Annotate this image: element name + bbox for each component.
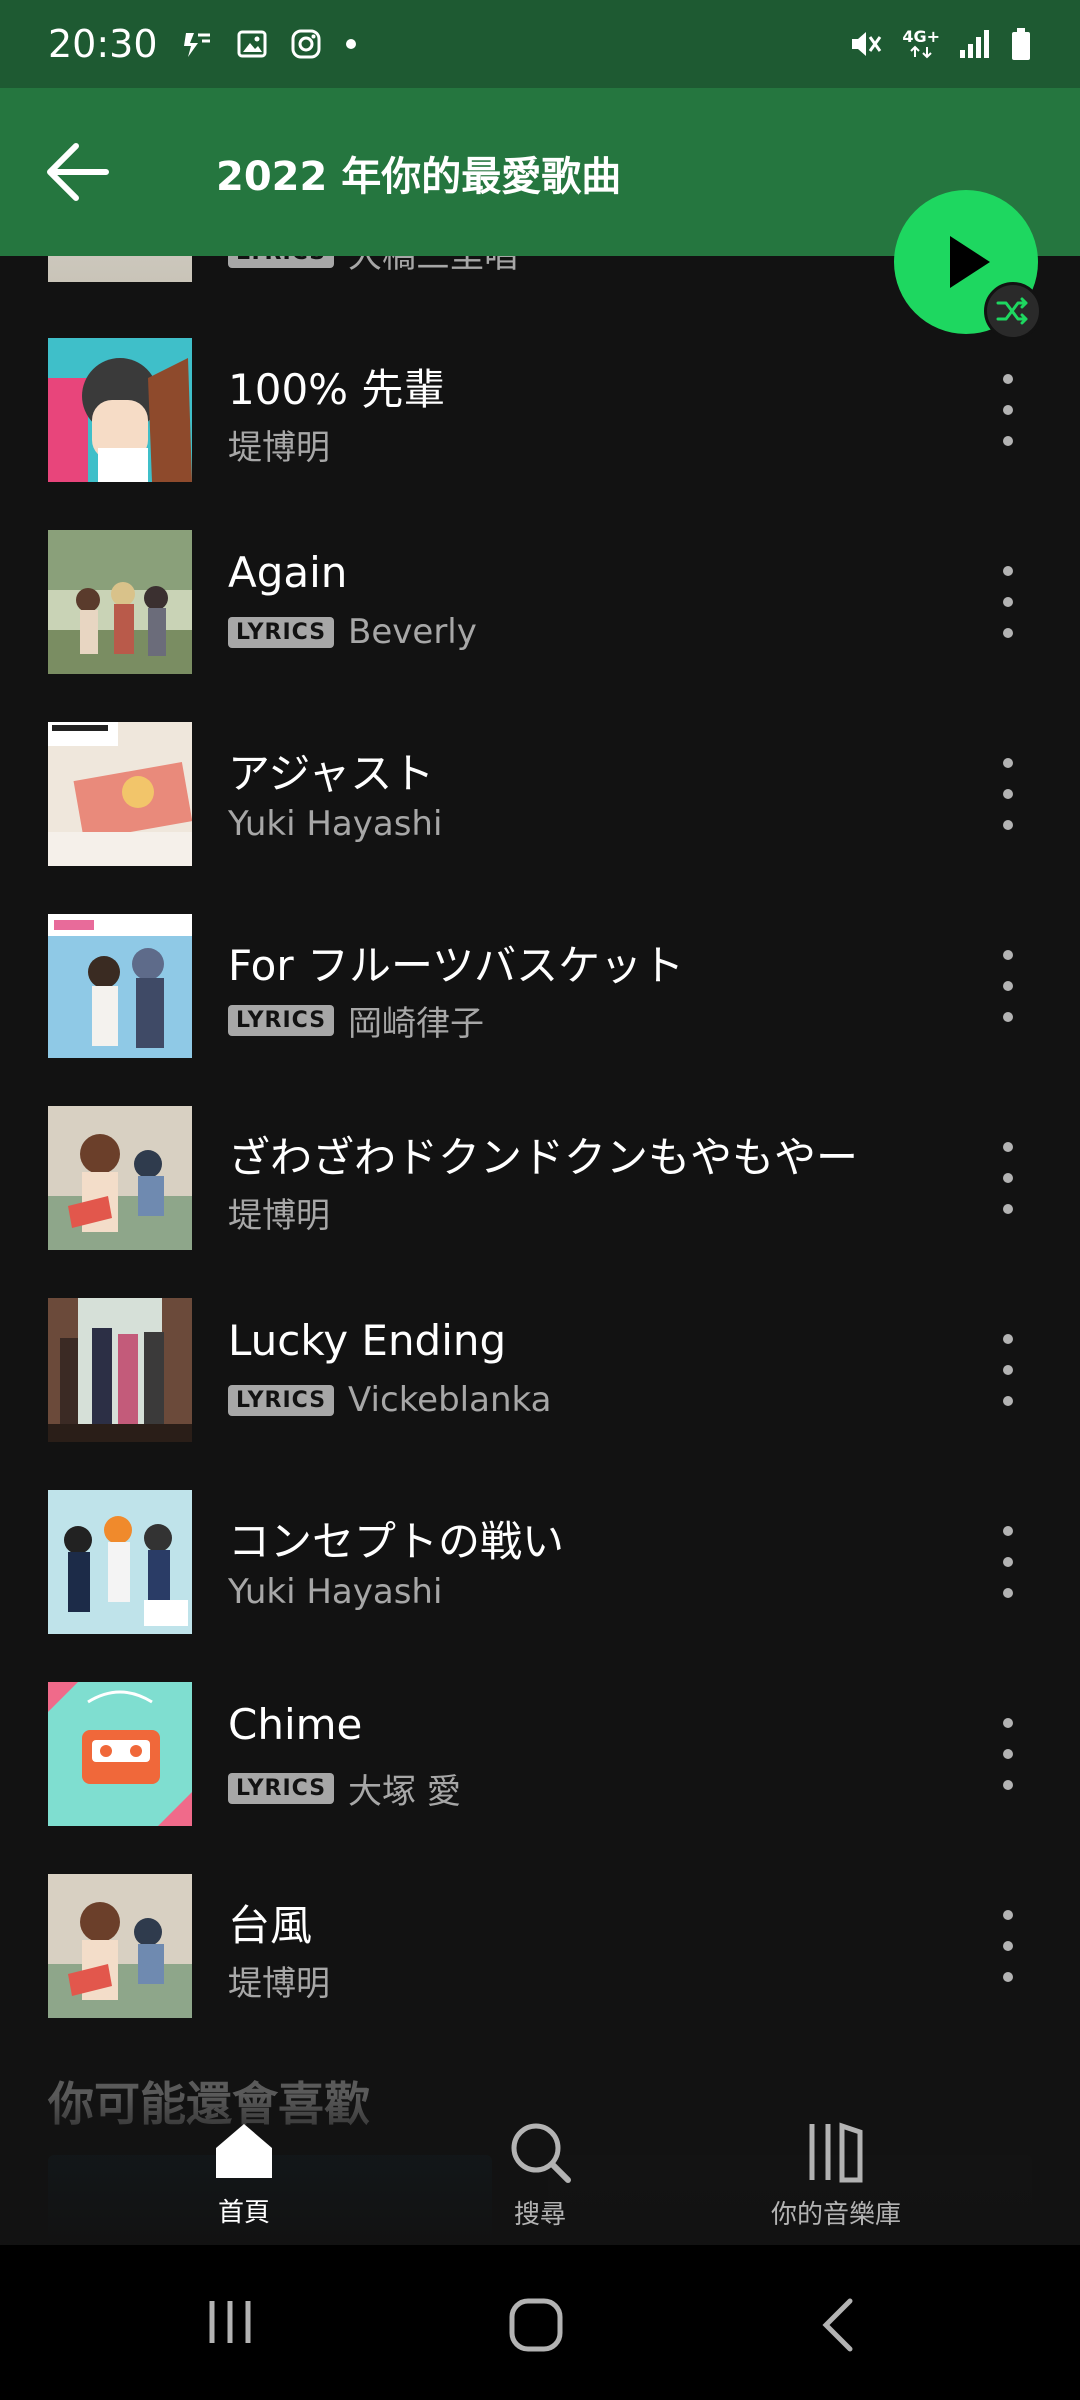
lyrics-badge: LYRICS	[228, 1005, 335, 1036]
album-cover	[48, 1490, 192, 1634]
more-options-button[interactable]	[990, 1142, 1026, 1214]
lyrics-badge: LYRICS	[228, 1384, 335, 1416]
album-cover	[48, 914, 192, 1058]
list-item[interactable]: 台風 堤博明	[0, 1874, 1080, 2024]
arrow-left-icon	[47, 143, 109, 201]
song-artist: 岡崎律子	[348, 1004, 485, 1044]
more-options-button[interactable]	[990, 566, 1026, 638]
album-cover	[48, 1874, 192, 2018]
song-title: Lucky Ending	[228, 1316, 507, 1365]
shuffle-button[interactable]	[984, 282, 1042, 340]
album-cover	[48, 338, 192, 482]
mute-icon	[848, 26, 884, 62]
back-chevron-icon[interactable]	[818, 2297, 858, 2357]
song-artist: 堤博明	[228, 1964, 330, 2004]
system-nav-bar	[0, 2245, 1080, 2400]
more-options-button[interactable]	[990, 1526, 1026, 1598]
play-icon	[950, 236, 990, 288]
nav-search[interactable]: 搜尋	[440, 2120, 640, 2240]
list-item[interactable]: Lucky Ending LYRICS Vickeblanka	[0, 1298, 1080, 1448]
battery-icon	[1010, 27, 1032, 61]
dot-icon	[344, 37, 358, 51]
album-cover	[48, 1682, 192, 1826]
more-options-button[interactable]	[990, 758, 1026, 830]
list-item[interactable]: Chime LYRICS 大塚 愛	[0, 1682, 1080, 1832]
more-options-button[interactable]	[990, 1334, 1026, 1406]
album-cover	[48, 530, 192, 674]
4g-icon: 4G+	[902, 29, 940, 59]
song-artist: 大塚 愛	[348, 1772, 461, 1812]
song-artist: Yuki Hayashi	[228, 1572, 443, 1612]
song-title: アジャスト	[228, 749, 435, 798]
album-cover	[48, 1106, 192, 1250]
instagram-icon	[290, 28, 322, 60]
network-type: 4G+	[902, 27, 940, 46]
song-title: Chime	[228, 1700, 363, 1749]
status-time: 20:30	[48, 22, 158, 66]
library-icon	[809, 2122, 863, 2183]
album-cover	[48, 722, 192, 866]
song-title: For フルーツバスケット	[228, 941, 685, 990]
search-icon	[511, 2123, 571, 2183]
list-item[interactable]: For フルーツバスケット LYRICS 岡崎律子	[0, 914, 1080, 1064]
song-title: コンセプトの戦い	[228, 1517, 565, 1566]
song-title: 台風	[228, 1901, 313, 1950]
lyrics-badge: LYRICS	[228, 1773, 335, 1804]
lyrics-badge: LYRICS	[228, 616, 335, 648]
image-icon	[236, 28, 268, 60]
nav-search-label: 搜尋	[513, 2200, 566, 2230]
data-saver-icon	[180, 27, 214, 61]
song-artist: Beverly	[348, 612, 477, 652]
song-artist: Vickeblanka	[348, 1380, 552, 1420]
status-bar: 20:30 4G+	[0, 0, 1080, 88]
more-options-button[interactable]	[990, 950, 1026, 1022]
back-button[interactable]	[42, 140, 112, 204]
song-artist: 堤博明	[228, 428, 330, 468]
nav-home[interactable]: 首頁	[144, 2120, 344, 2240]
list-item[interactable]: Again LYRICS Beverly	[0, 530, 1080, 680]
signal-icon	[958, 28, 992, 60]
list-item[interactable]: ざわざわドクンドクンもやもやー 堤博明	[0, 1106, 1080, 1256]
list-item[interactable]: 100% 先輩 堤博明	[0, 338, 1080, 488]
song-title: 100% 先輩	[228, 365, 446, 414]
song-title: Again	[228, 548, 348, 597]
nav-library-label: 你的音樂庫	[770, 2200, 901, 2230]
more-options-button[interactable]	[990, 1718, 1026, 1790]
list-item[interactable]: アジャスト Yuki Hayashi	[0, 722, 1080, 872]
nav-library[interactable]: 你的音樂庫	[736, 2120, 936, 2240]
song-title: ざわざわドクンドクンもやもやー	[228, 1133, 859, 1182]
album-cover	[48, 1298, 192, 1442]
nav-home-label: 首頁	[217, 2198, 270, 2228]
recents-icon[interactable]	[206, 2297, 256, 2351]
more-options-button[interactable]	[990, 374, 1026, 446]
song-artist: 堤博明	[228, 1196, 330, 1236]
list-item[interactable]: コンセプトの戦い Yuki Hayashi	[0, 1490, 1080, 1640]
home-icon	[216, 2124, 272, 2178]
home-circle-icon[interactable]	[508, 2297, 564, 2357]
page-title: 2022 年你的最愛歌曲	[216, 154, 622, 200]
song-artist: Yuki Hayashi	[228, 804, 443, 844]
shuffle-icon	[996, 297, 1028, 325]
more-options-button[interactable]	[990, 1910, 1026, 1982]
